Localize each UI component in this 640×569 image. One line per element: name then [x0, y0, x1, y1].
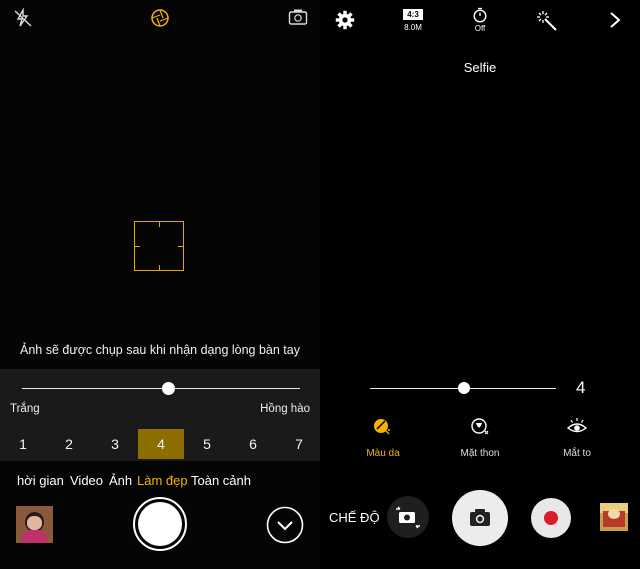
camera-icon	[470, 509, 490, 526]
settings-gear-icon[interactable]	[335, 10, 355, 30]
skin-tone-slider-handle[interactable]	[162, 382, 175, 395]
level-option[interactable]: 2	[46, 429, 92, 459]
timer-value: Off	[474, 24, 486, 33]
shutter-button[interactable]	[452, 490, 508, 546]
level-option[interactable]: 5	[184, 429, 230, 459]
switch-camera-button[interactable]	[387, 496, 429, 538]
level-option-selected[interactable]: 4	[138, 429, 184, 459]
focus-frame	[134, 221, 184, 271]
skin-tone-icon[interactable]	[372, 417, 394, 437]
magic-wand-icon[interactable]	[536, 10, 558, 32]
palm-capture-hint: Ảnh sẽ được chụp sau khi nhận dạng lòng …	[20, 343, 300, 357]
level-option[interactable]: 3	[92, 429, 138, 459]
slider-max-label: Hồng hào	[260, 403, 310, 415]
level-option[interactable]: 1	[0, 429, 46, 459]
switch-camera-icon	[396, 506, 420, 529]
chevron-right-icon[interactable]	[608, 11, 622, 29]
mode-photo[interactable]: Ảnh	[109, 473, 132, 488]
slim-face-icon[interactable]	[470, 417, 492, 437]
option-big-eyes-label[interactable]: Mắt to	[542, 448, 612, 459]
mode-button[interactable]: CHẾ ĐỘ	[329, 510, 380, 525]
option-slim-face-label[interactable]: Mặt thon	[445, 448, 515, 459]
big-eyes-icon[interactable]	[566, 418, 588, 436]
aperture-icon[interactable]	[150, 8, 170, 28]
skin-tone-slider-track[interactable]	[22, 388, 300, 389]
chevron-down-icon[interactable]	[266, 506, 304, 544]
gallery-thumbnail[interactable]	[16, 506, 53, 543]
resolution-label: 8.0M	[404, 23, 422, 32]
option-skin-tone-label[interactable]: Màu da	[348, 448, 418, 459]
beauty-slider-value: 4	[576, 378, 586, 397]
mode-beauty[interactable]: Làm đẹp	[137, 473, 188, 488]
mode-panorama[interactable]: Toàn cảnh	[191, 473, 251, 488]
mode-title: Selfie	[463, 60, 497, 75]
timer-icon[interactable]	[472, 7, 488, 23]
flash-off-icon[interactable]	[12, 8, 34, 28]
level-option[interactable]: 6	[230, 429, 276, 459]
gallery-thumbnail[interactable]	[600, 503, 628, 531]
record-button[interactable]	[531, 498, 571, 538]
beauty-slider-handle[interactable]	[458, 382, 470, 394]
level-option[interactable]: 7	[276, 429, 320, 459]
mode-video[interactable]: Video	[70, 473, 103, 488]
mode-timelapse[interactable]: hời gian	[17, 473, 64, 488]
slider-min-label: Trắng	[10, 403, 40, 415]
shutter-button-ring[interactable]	[133, 497, 187, 551]
right-camera-screen: 4:3 8.0M Off Selfie 4 Màu da Mặt thon Mắ…	[320, 0, 640, 569]
record-dot-icon	[544, 511, 558, 525]
switch-camera-icon[interactable]	[288, 8, 308, 26]
left-camera-screen: Ảnh sẽ được chụp sau khi nhận dạng lòng …	[0, 0, 320, 569]
aspect-ratio-badge[interactable]: 4:3	[403, 9, 423, 20]
